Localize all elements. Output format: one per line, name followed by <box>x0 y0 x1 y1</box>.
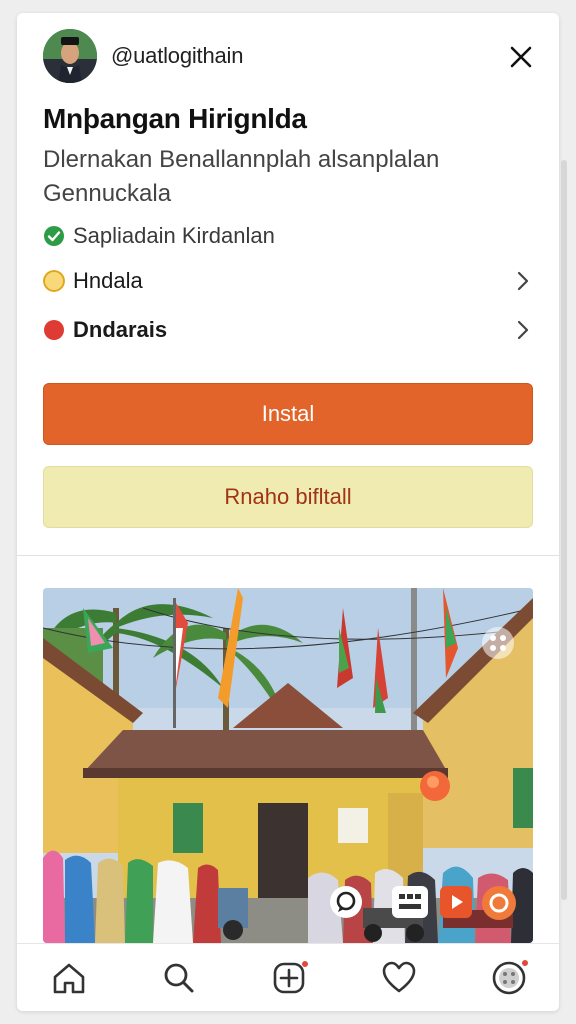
gallery-icon[interactable] <box>481 626 515 660</box>
detail-row-hndala[interactable]: Hndala <box>43 263 535 299</box>
verified-label: Sapliadain Kirdanlan <box>73 223 275 248</box>
app-header-section: @uatlogithain Mnþangan Hirignlda Dlernak… <box>17 13 559 555</box>
scrollbar[interactable] <box>561 160 567 900</box>
play-icon[interactable] <box>439 885 473 919</box>
red-dot-icon <box>44 320 64 340</box>
app-title: Mnþangan Hirignlda <box>43 103 307 134</box>
keyboard-icon[interactable] <box>391 885 429 919</box>
chevron-right-icon[interactable] <box>511 269 535 293</box>
avatar[interactable] <box>43 29 97 83</box>
media-preview[interactable] <box>43 588 533 943</box>
verified-row: Sapliadain Kirdanlan <box>43 218 535 254</box>
comment-icon[interactable] <box>329 885 363 919</box>
check-circle-icon <box>44 226 64 246</box>
profile-icon[interactable] <box>489 958 529 998</box>
heart-icon[interactable] <box>379 958 419 998</box>
detail-row-dndarais[interactable]: Dndarais <box>43 312 535 348</box>
secondary-install-button[interactable]: Rnaho bifltall <box>43 466 533 528</box>
bottom-navigation <box>17 943 559 1011</box>
add-icon[interactable] <box>269 958 309 998</box>
app-subtitle: Dlernakan Benallannplah alsanplalan Genn… <box>43 146 440 207</box>
detail-label-hndala: Hndala <box>73 268 143 293</box>
home-icon[interactable] <box>49 958 89 998</box>
chevron-right-icon[interactable] <box>511 318 535 342</box>
yellow-dot-icon <box>43 270 65 292</box>
detail-label-dndarais: Dndarais <box>73 317 168 342</box>
search-icon[interactable] <box>159 958 199 998</box>
close-icon[interactable] <box>507 43 535 71</box>
app-detail-card: @uatlogithain Mnþangan Hirignlda Dlernak… <box>17 13 559 1011</box>
divider <box>17 555 559 556</box>
install-button[interactable]: Instal <box>43 383 533 445</box>
avatar-image <box>43 29 97 83</box>
record-icon[interactable] <box>481 885 517 921</box>
account-name[interactable]: @uatlogithain <box>111 43 243 69</box>
